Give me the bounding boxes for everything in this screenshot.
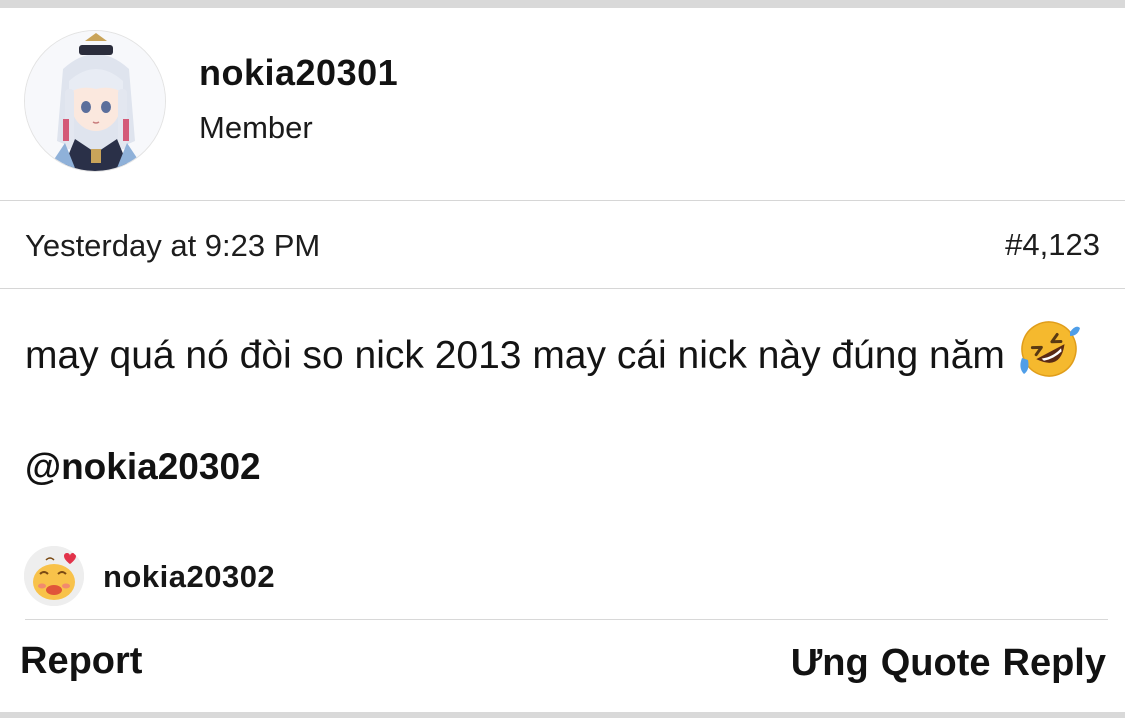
bottom-separator-bar (0, 712, 1125, 718)
quote-button[interactable]: Quote (881, 642, 991, 684)
reaction-username[interactable]: nokia20302 (103, 559, 275, 595)
user-mention-link[interactable]: @nokia20302 (25, 446, 261, 488)
reply-button[interactable]: Reply (1003, 642, 1106, 684)
post-body: may quá nó đòi so nick 2013 may cái nick… (25, 318, 1100, 386)
action-divider (25, 619, 1108, 620)
author-role: Member (199, 110, 313, 145)
reaction-user-avatar[interactable] (24, 546, 84, 606)
forum-post: nokia20301 Member Yesterday at 9:23 PM #… (0, 0, 1125, 718)
post-number[interactable]: #4,123 (1005, 227, 1100, 263)
post-actions: Ưng Quote Reply (791, 642, 1106, 685)
meta-divider (0, 288, 1125, 289)
post-header (0, 8, 1125, 200)
anime-character-avatar-icon (25, 31, 165, 171)
smiling-face-with-hearts-emoji-icon (24, 546, 84, 606)
author-avatar[interactable] (24, 30, 166, 172)
like-button[interactable]: Ưng (791, 642, 869, 684)
top-separator-bar (0, 0, 1125, 8)
reaction-list: nokia20302 (24, 546, 524, 608)
author-username[interactable]: nokia20301 (199, 52, 398, 94)
post-text: may quá nó đòi so nick 2013 may cái nick… (25, 334, 1005, 377)
post-timestamp[interactable]: Yesterday at 9:23 PM (25, 228, 320, 264)
rolling-on-floor-laughing-emoji-icon (1018, 318, 1080, 380)
report-button[interactable]: Report (20, 640, 142, 683)
